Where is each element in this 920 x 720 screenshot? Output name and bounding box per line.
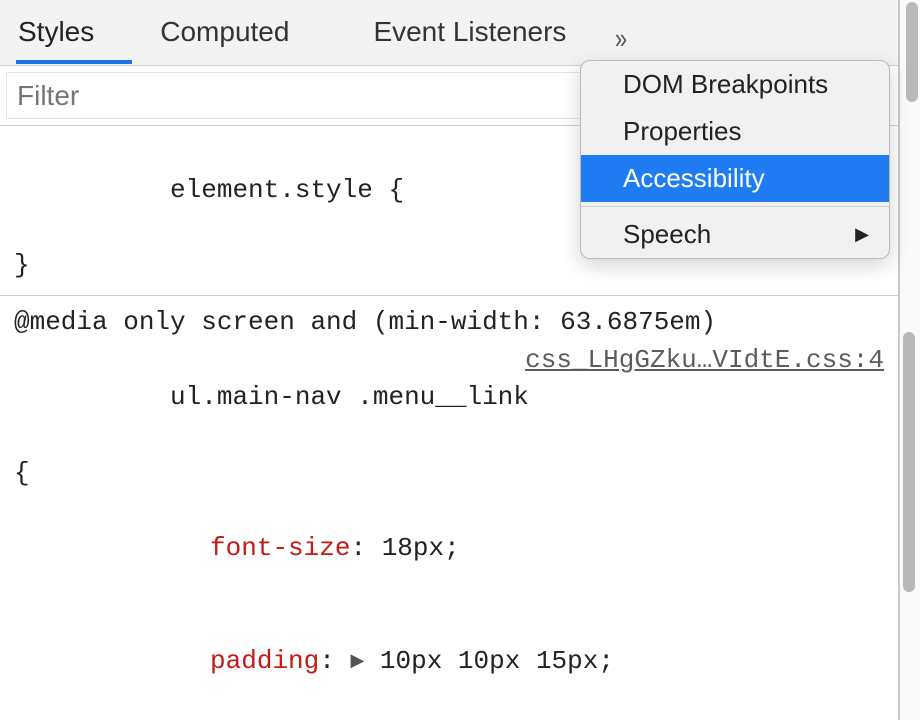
- tabs-overflow-menu: DOM Breakpoints Properties Accessibility…: [580, 60, 890, 259]
- source-link[interactable]: css_LHgGZku…VIdtE.css:4: [525, 342, 884, 380]
- menu-item-label: Properties: [623, 116, 742, 147]
- selector-text: ul.main-nav .menu__link: [170, 382, 529, 412]
- semicolon: ;: [598, 646, 614, 676]
- outer-scrollbar-thumb[interactable]: [906, 2, 918, 102]
- panel-tabbar: Styles Computed Event Listeners »: [0, 0, 898, 66]
- rule-media-menu-link[interactable]: @media only screen and (min-width: 63.68…: [0, 296, 898, 720]
- menu-item-properties[interactable]: Properties: [581, 108, 889, 155]
- prop-value-font-size[interactable]: 18px: [382, 533, 444, 563]
- tabs-overflow-button[interactable]: »: [586, 14, 650, 64]
- colon: :: [319, 646, 335, 676]
- inner-scrollbar-thumb[interactable]: [903, 332, 915, 592]
- menu-item-accessibility[interactable]: Accessibility: [581, 155, 889, 202]
- styles-panel: Styles Computed Event Listeners » :hov e…: [0, 0, 900, 720]
- prop-value-padding[interactable]: 10px 10px 15px: [380, 646, 598, 676]
- menu-separator: [581, 206, 889, 207]
- menu-item-label: DOM Breakpoints: [623, 69, 828, 100]
- devtools-viewport: Styles Computed Event Listeners » :hov e…: [0, 0, 920, 720]
- chevron-double-right-icon: »: [615, 22, 621, 56]
- menu-item-speech[interactable]: Speech ▶: [581, 211, 889, 258]
- menu-item-label: Accessibility: [623, 163, 765, 194]
- prop-name-padding[interactable]: padding: [210, 646, 319, 676]
- media-query-text: @media only screen and (min-width: 63.68…: [14, 304, 884, 342]
- semicolon: ;: [444, 533, 460, 563]
- brace-open: {: [14, 458, 30, 488]
- active-tab-indicator: [16, 60, 132, 64]
- expand-shorthand-icon[interactable]: ▶: [350, 649, 364, 675]
- brace-close: }: [14, 250, 30, 280]
- tab-styles[interactable]: Styles: [0, 16, 112, 66]
- submenu-arrow-icon: ▶: [855, 224, 869, 245]
- colon: :: [350, 533, 366, 563]
- menu-item-dom-breakpoints[interactable]: DOM Breakpoints: [581, 61, 889, 108]
- tab-computed[interactable]: Computed: [142, 16, 307, 66]
- menu-item-label: Speech: [623, 219, 711, 250]
- prop-name-font-size[interactable]: font-size: [210, 533, 350, 563]
- tab-event-listeners[interactable]: Event Listeners: [355, 16, 584, 66]
- selector-text: element.style: [170, 175, 388, 205]
- brace-open: {: [388, 175, 404, 205]
